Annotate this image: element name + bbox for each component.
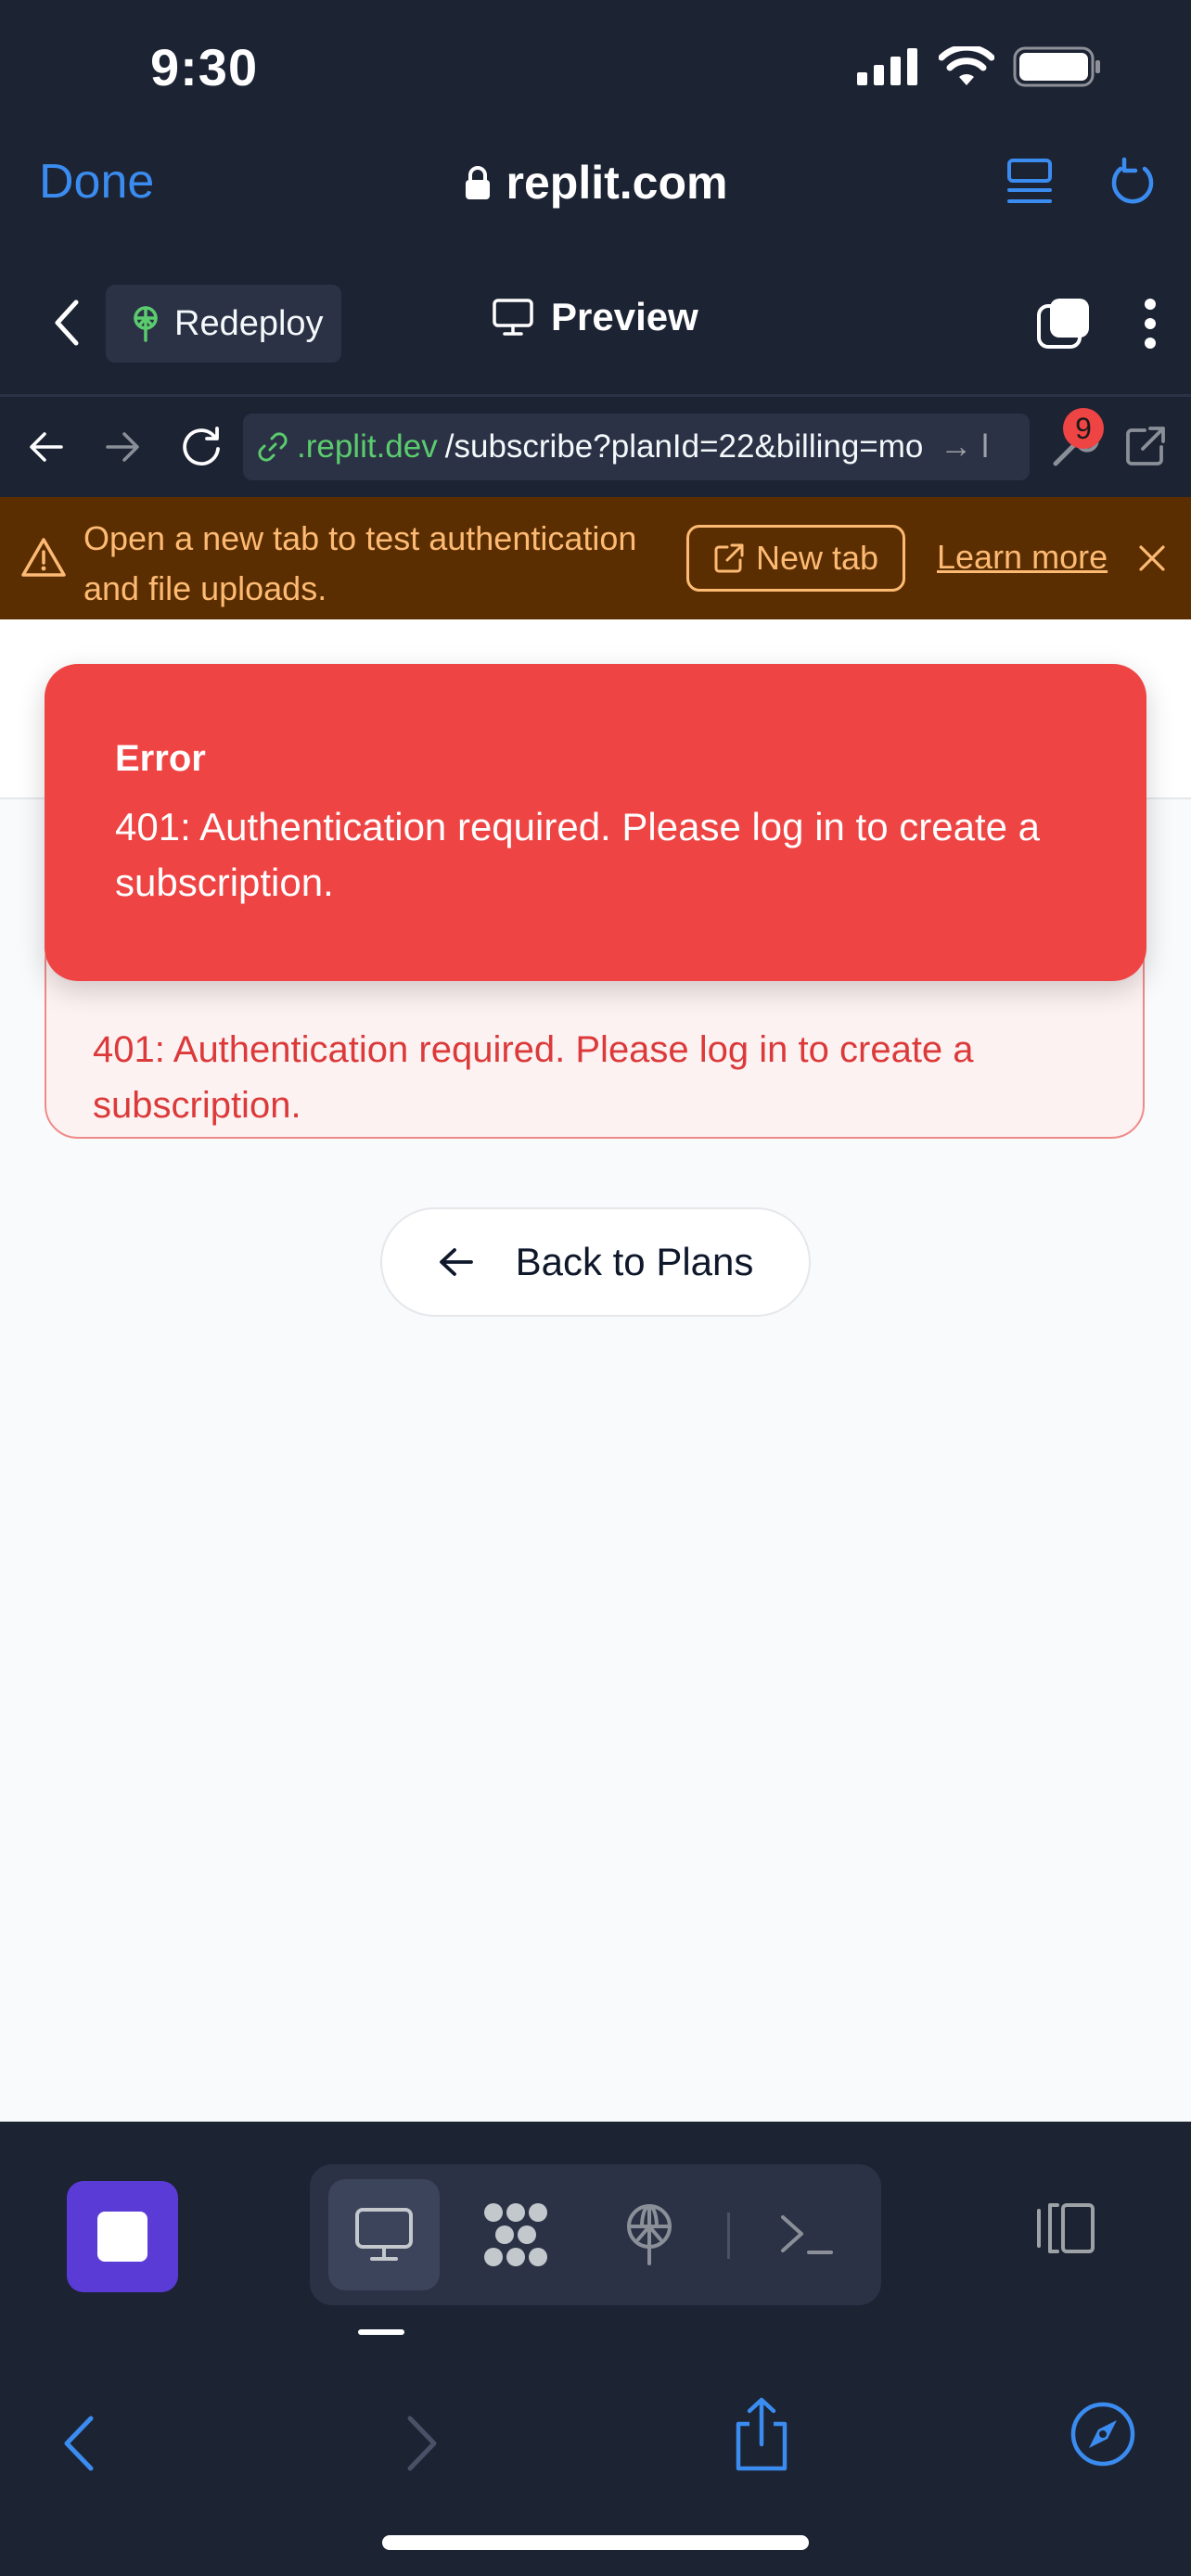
status-bar: 9:30: [0, 0, 1191, 139]
replit-header: Redeploy Preview: [0, 250, 1191, 397]
status-time: 9:30: [150, 38, 259, 96]
agent-icon: [480, 2201, 551, 2268]
new-tab-button[interactable]: New tab: [686, 525, 905, 592]
back-chevron-icon[interactable]: [52, 299, 80, 347]
deploy-icon: [130, 305, 161, 342]
tool-preview[interactable]: [328, 2179, 440, 2290]
tool-separator: [727, 2213, 730, 2259]
tab-preview[interactable]: Preview: [492, 295, 698, 339]
deploy-icon: [621, 2202, 677, 2267]
error-toast[interactable]: Error 401: Authentication required. Plea…: [45, 664, 1146, 981]
redeploy-button[interactable]: Redeploy: [106, 285, 341, 363]
status-icons: [857, 46, 1102, 87]
webview-nav-bar: .replit.dev/subscribe?planId=22&billing=…: [0, 397, 1191, 497]
url-suffix: → l: [940, 428, 989, 465]
reader-view-icon[interactable]: [1005, 157, 1054, 207]
warning-banner: Open a new tab to test authentication an…: [0, 497, 1191, 619]
replit-bottom-toolbar: [0, 2122, 1191, 2353]
tool-deployments[interactable]: [594, 2179, 705, 2290]
learn-more-link[interactable]: Learn more: [937, 538, 1108, 577]
external-link-icon[interactable]: [1124, 425, 1167, 467]
toast-message: 401: Authentication required. Please log…: [115, 805, 1041, 904]
arrow-right-icon[interactable]: [104, 428, 141, 465]
url-field[interactable]: .replit.dev/subscribe?planId=22&billing=…: [243, 414, 1030, 480]
url-host: .replit.dev: [297, 428, 438, 465]
banner-message: Open a new tab to test authentication an…: [83, 519, 637, 607]
monitor-icon: [353, 2206, 415, 2264]
link-icon: [256, 430, 289, 464]
redeploy-label: Redeploy: [174, 303, 324, 343]
home-indicator[interactable]: [382, 2535, 809, 2550]
active-tool-indicator: [358, 2329, 404, 2335]
back-to-plans-button[interactable]: Back to Plans: [380, 1207, 811, 1317]
safari-right-actions: [1005, 156, 1156, 208]
toast-title: Error: [115, 738, 206, 779]
arrow-left-icon: [438, 1245, 475, 1279]
header-right-actions: [1035, 295, 1158, 352]
lock-icon: [464, 165, 492, 200]
terminal-icon: [779, 2212, 835, 2258]
tool-agent[interactable]: [460, 2179, 571, 2290]
more-options-icon[interactable]: [1143, 297, 1158, 351]
tabs-icon[interactable]: [1035, 295, 1093, 352]
stop-icon: [97, 2212, 147, 2262]
notification-badge: 9: [1063, 408, 1104, 449]
safari-domain: replit.com: [506, 157, 728, 209]
safari-reload-icon[interactable]: [1108, 156, 1156, 208]
compass-icon[interactable]: [1069, 2400, 1137, 2468]
cellular-signal-icon: [857, 48, 920, 85]
browser-forward-icon[interactable]: [406, 2415, 440, 2472]
share-icon[interactable]: [729, 2396, 794, 2472]
new-tab-label: New tab: [755, 539, 879, 577]
wifi-icon: [939, 46, 994, 87]
back-to-plans-label: Back to Plans: [515, 1240, 754, 1283]
reload-icon[interactable]: [180, 425, 223, 467]
stop-button[interactable]: [67, 2181, 178, 2292]
tool-console[interactable]: [751, 2179, 863, 2290]
monitor-icon: [492, 298, 534, 337]
safari-top-bar: Done replit.com: [0, 139, 1191, 250]
preview-label: Preview: [551, 295, 698, 338]
close-icon[interactable]: [1137, 543, 1167, 573]
inline-error-message: 401: Authentication required. Please log…: [93, 1029, 974, 1126]
arrow-left-icon[interactable]: [28, 428, 65, 465]
new-tab-icon: [713, 542, 745, 574]
panel-toggle-icon[interactable]: [1031, 2200, 1096, 2257]
browser-back-icon[interactable]: [61, 2415, 95, 2472]
tool-switcher: [310, 2164, 881, 2305]
warning-icon: [20, 536, 67, 579]
battery-icon: [1013, 46, 1102, 87]
url-path: /subscribe?planId=22&billing=mo: [444, 428, 924, 465]
